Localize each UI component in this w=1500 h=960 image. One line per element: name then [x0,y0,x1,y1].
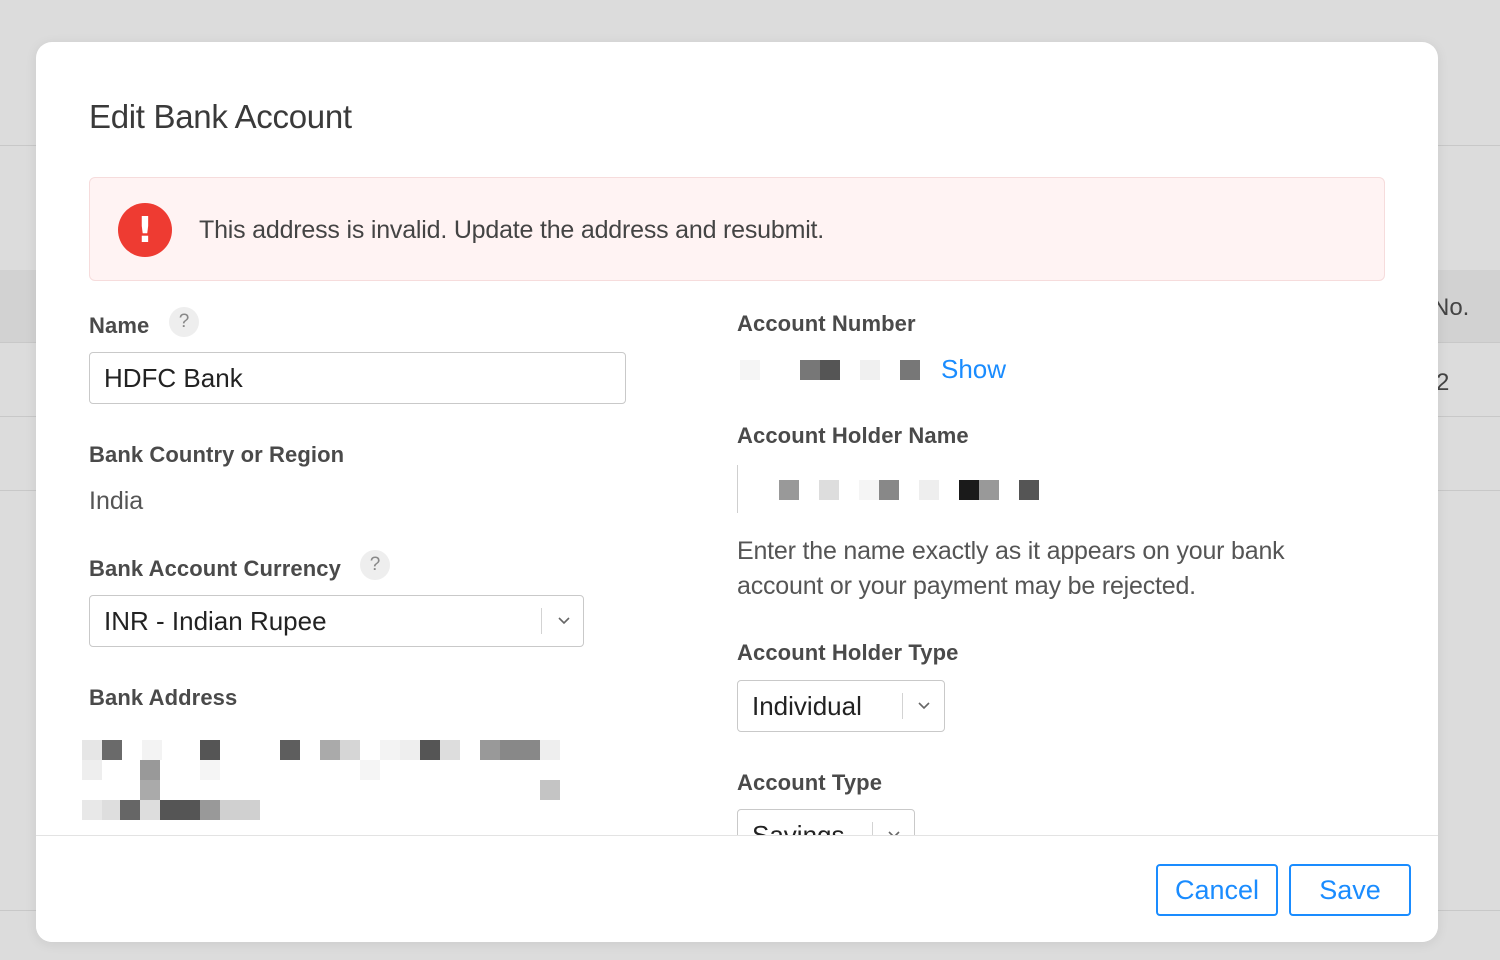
account-holder-type-value: Individual [752,691,862,721]
account-holder-name-label: Account Holder Name [737,423,969,448]
dialog-title: Edit Bank Account [89,98,352,135]
show-account-number-link[interactable]: Show [941,354,1006,385]
name-label: Name [89,313,150,338]
bank-country-label: Bank Country or Region [89,442,345,467]
account-number-label: Account Number [737,311,916,336]
currency-help-icon[interactable]: ? [360,550,390,580]
background-cell: 2 [1436,369,1450,396]
save-button[interactable]: Save [1289,864,1411,916]
chevron-down-icon [918,702,930,710]
account-holder-name-hint: Enter the name exactly as it appears on … [737,537,1285,600]
select-separator [541,608,542,634]
exclamation-icon: ! [118,203,172,257]
account-holder-type-select[interactable]: Individual [737,680,945,732]
currency-label: Bank Account Currency [89,556,341,581]
cancel-button[interactable]: Cancel [1156,864,1278,916]
alert-message: This address is invalid. Update the addr… [199,216,825,244]
account-holder-name-input[interactable] [737,465,1337,513]
dialog-footer: Cancel Save [36,836,1438,942]
currency-select-value: INR - Indian Rupee [104,606,327,636]
bank-address-label: Bank Address [89,685,238,710]
select-separator [902,693,903,719]
edit-bank-account-dialog: Edit Bank Account ! This address is inva… [36,42,1438,942]
account-holder-type-label: Account Holder Type [737,640,959,665]
bank-country-value: India [89,487,144,515]
name-input[interactable]: HDFC Bank [89,352,626,404]
chevron-down-icon [558,617,570,625]
error-alert: ! This address is invalid. Update the ad… [89,177,1385,281]
account-type-label: Account Type [737,770,883,795]
name-help-icon[interactable]: ? [169,307,199,337]
currency-select[interactable]: INR - Indian Rupee [89,595,584,647]
